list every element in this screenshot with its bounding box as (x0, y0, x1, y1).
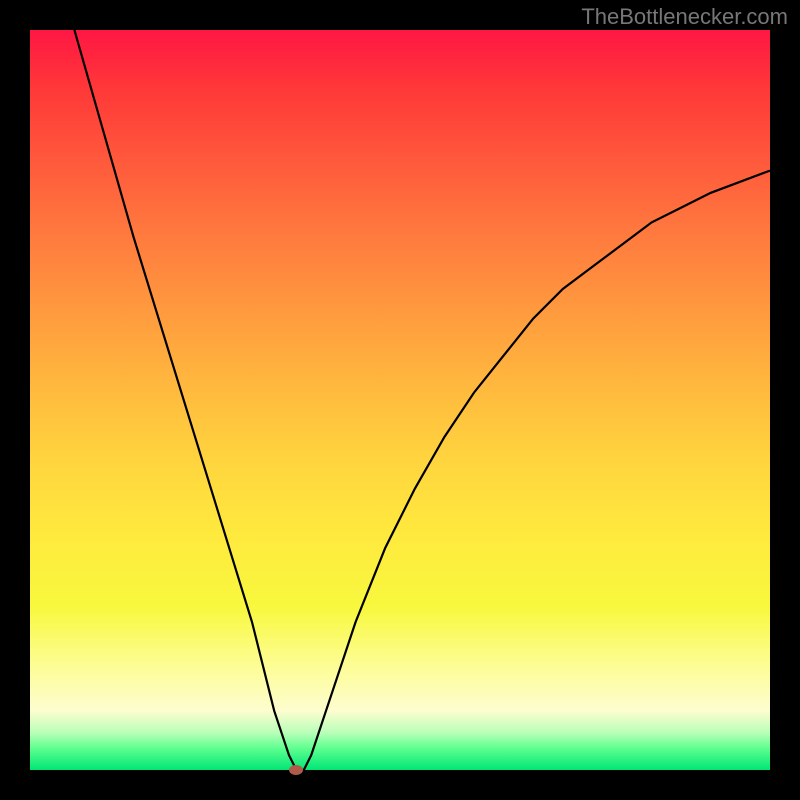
optimal-point-marker (289, 765, 303, 775)
bottleneck-curve (30, 30, 770, 770)
chart-plot-area (30, 30, 770, 770)
attribution-text: TheBottlenecker.com (581, 4, 788, 30)
